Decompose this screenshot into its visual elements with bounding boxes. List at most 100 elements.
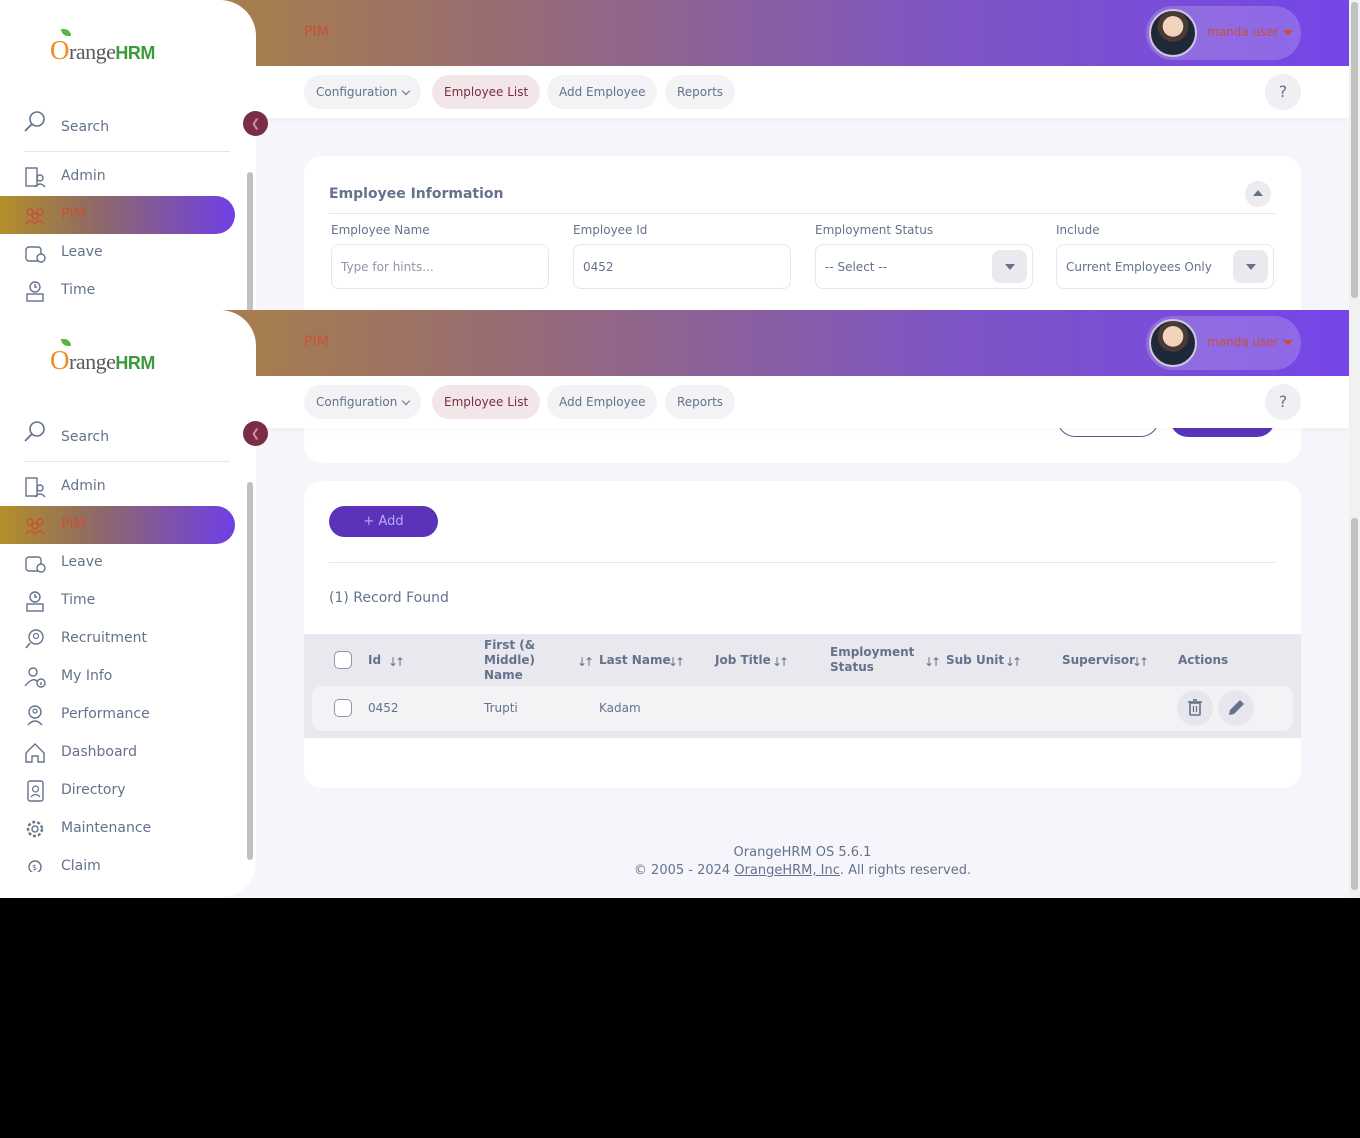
claim-icon: $ <box>28 860 42 872</box>
brand-logo: OrangeHRM <box>50 339 170 375</box>
column-header-first-name[interactable]: First (& Middle) Name <box>484 634 554 686</box>
tab-add-employee[interactable]: Add Employee <box>547 75 658 109</box>
sort-icon[interactable]: ↓↑ <box>924 655 941 669</box>
user-menu[interactable]: manda user <box>1146 6 1301 60</box>
chevron-down-icon <box>1282 339 1293 346</box>
collapse-sidebar-button[interactable]: ❮ <box>243 421 268 446</box>
column-header-employment-status[interactable]: Employment Status <box>830 634 914 686</box>
column-header-last-name[interactable]: Last Name <box>599 634 671 686</box>
sidebar-item-time[interactable]: Time <box>0 582 235 620</box>
select-all-checkbox[interactable] <box>334 651 352 669</box>
my-info-icon <box>24 667 46 688</box>
sort-icon[interactable]: ↓↑ <box>388 655 405 669</box>
column-header-id[interactable]: Id <box>368 634 381 686</box>
dropdown-arrow-icon <box>992 250 1027 283</box>
tab-configuration[interactable]: Configuration <box>304 75 422 109</box>
tab-add-employee[interactable]: Add Employee <box>547 385 658 419</box>
help-button[interactable]: ? <box>1265 384 1301 420</box>
employee-name-input[interactable]: Type for hints... <box>331 244 549 289</box>
column-header-sub-unit[interactable]: Sub Unit <box>946 634 1004 686</box>
sidebar-item-dashboard[interactable]: Dashboard <box>0 734 235 772</box>
column-header-actions: Actions <box>1178 652 1229 667</box>
chevron-down-icon <box>402 396 411 406</box>
sort-icon[interactable]: ↓↑ <box>772 655 789 669</box>
time-icon <box>26 591 44 612</box>
page-scrollbar[interactable] <box>1349 0 1360 310</box>
employment-status-select[interactable]: -- Select -- <box>815 244 1033 289</box>
tab-employee-list[interactable]: Employee List <box>432 75 541 109</box>
leave-icon <box>25 556 46 573</box>
column-header-supervisor[interactable]: Supervisor <box>1062 634 1135 686</box>
delete-button[interactable] <box>1177 690 1213 726</box>
pencil-icon <box>1229 700 1244 715</box>
row-checkbox[interactable] <box>334 699 352 717</box>
employee-list-card: + Add (1) Record Found Id ↓↑ First (& Mi… <box>304 481 1301 788</box>
avatar <box>1149 9 1197 57</box>
viewport-scrolled: + Add (1) Record Found Id ↓↑ First (& Mi… <box>0 310 1360 898</box>
sidebar-item-maintenance[interactable]: Maintenance <box>0 810 235 848</box>
sidebar-search[interactable]: Search <box>24 420 230 462</box>
sort-icon[interactable]: ↓↑ <box>1005 655 1022 669</box>
sort-icon[interactable]: ↓↑ <box>668 655 685 669</box>
sidebar-item-recruitment[interactable]: Recruitment <box>0 620 235 658</box>
column-header-job-title[interactable]: Job Title <box>715 634 771 686</box>
company-link[interactable]: OrangeHRM, Inc <box>734 863 840 878</box>
sidebar-item-claim[interactable]: $ Claim <box>0 848 235 872</box>
help-button[interactable]: ? <box>1265 74 1301 110</box>
dropdown-arrow-icon <box>1233 250 1268 283</box>
sidebar-search[interactable]: Search <box>24 110 230 152</box>
avatar <box>1149 319 1197 367</box>
include-select[interactable]: Current Employees Only <box>1056 244 1274 289</box>
collapse-filter-button[interactable] <box>1245 181 1271 207</box>
sidebar-item-admin[interactable]: Admin <box>0 158 235 196</box>
page-scrollbar[interactable] <box>1349 310 1360 898</box>
chevron-down-icon <box>1282 29 1293 36</box>
employment-status-label: Employment Status <box>815 223 934 237</box>
svg-text:$: $ <box>32 863 37 872</box>
employee-name-label: Employee Name <box>331 223 430 237</box>
tab-reports[interactable]: Reports <box>665 385 736 419</box>
top-nav: Configuration Employee List Add Employee… <box>256 376 1349 428</box>
user-menu[interactable]: manda user <box>1146 316 1301 370</box>
sidebar-item-leave[interactable]: Leave <box>0 234 235 272</box>
sidebar-item-pim[interactable]: PIM <box>0 506 235 544</box>
cell-last-name: Kadam <box>599 701 641 715</box>
sidebar-item-time[interactable]: Time <box>0 272 235 310</box>
trash-icon <box>1188 699 1202 716</box>
recruitment-icon <box>25 629 44 649</box>
sidebar-scrollbar[interactable] <box>245 160 255 310</box>
sidebar-item-my-info[interactable]: My Info <box>0 658 235 696</box>
cell-first-name: Trupti <box>484 701 518 715</box>
sidebar: OrangeHRM Search Admin PIM Leave Time <box>0 310 256 898</box>
dashboard-icon <box>25 743 45 763</box>
time-icon <box>26 281 44 302</box>
collapse-sidebar-button[interactable]: ❮ <box>243 111 268 136</box>
user-name: manda user <box>1207 25 1293 39</box>
footer-copyright: © 2005 - 2024 OrangeHRM, Inc. All rights… <box>633 863 972 878</box>
search-icon <box>24 421 45 442</box>
table-row[interactable]: 0452 Trupti Kadam <box>312 686 1293 731</box>
footer-version: OrangeHRM OS 5.6.1 <box>733 845 872 860</box>
card-title: Employee Information <box>329 186 504 202</box>
sidebar-menu: Admin PIM Leave Time <box>0 158 256 310</box>
include-label: Include <box>1056 223 1100 237</box>
employee-table: Id ↓↑ First (& Middle) Name ↓↑ Last Name… <box>304 634 1301 738</box>
edit-button[interactable] <box>1218 690 1254 726</box>
viewport-top: PIM manda user Configuration Employee Li… <box>0 0 1360 310</box>
employee-information-card: Employee Information Employee Name Type … <box>304 156 1301 310</box>
sidebar-item-performance[interactable]: Performance <box>0 696 235 734</box>
tab-reports[interactable]: Reports <box>665 75 736 109</box>
module-title: PIM <box>304 334 329 350</box>
sidebar-item-pim[interactable]: PIM <box>0 196 235 234</box>
sidebar-item-admin[interactable]: Admin <box>0 468 235 506</box>
sidebar-item-leave[interactable]: Leave <box>0 544 235 582</box>
add-employee-button[interactable]: + Add <box>329 506 438 537</box>
pim-icon <box>25 518 45 536</box>
employee-id-input[interactable]: 0452 <box>573 244 791 289</box>
sort-icon[interactable]: ↓↑ <box>577 655 594 669</box>
tab-configuration[interactable]: Configuration <box>304 385 422 419</box>
sort-icon[interactable]: ↓↑ <box>1132 655 1149 669</box>
tab-employee-list[interactable]: Employee List <box>432 385 541 419</box>
sidebar-scrollbar[interactable] <box>245 470 255 870</box>
sidebar-item-directory[interactable]: Directory <box>0 772 235 810</box>
